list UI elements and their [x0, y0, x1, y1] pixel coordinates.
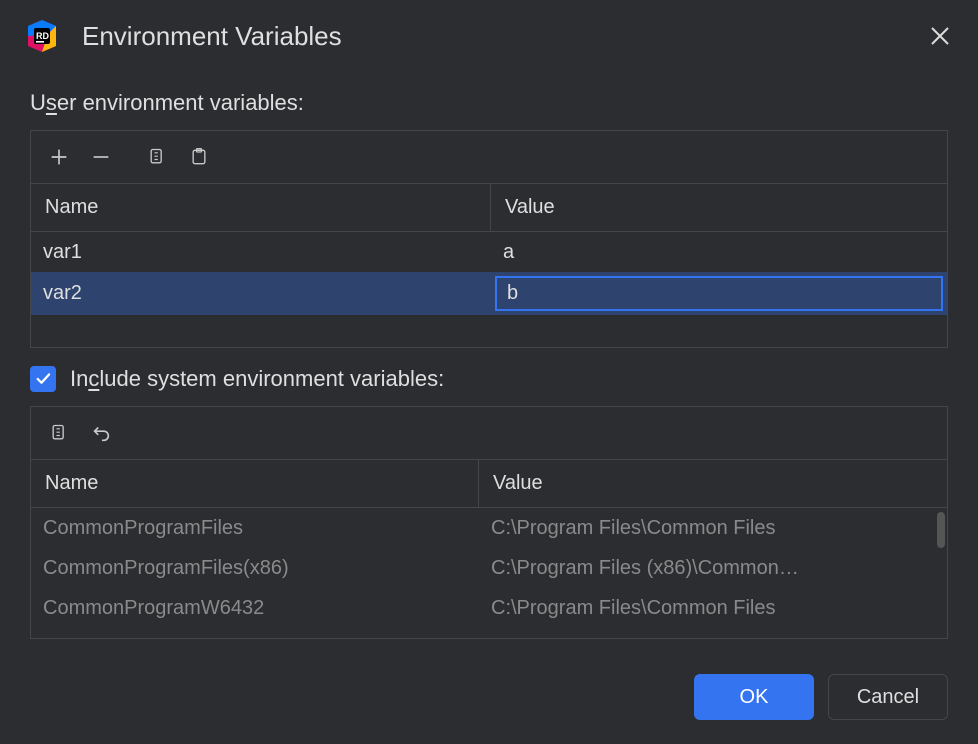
check-icon	[34, 370, 52, 388]
user-vars-table: Name Value var1 a var2	[30, 130, 948, 348]
col-value[interactable]: Value	[491, 184, 947, 231]
cell-value: C:\Program Files\Common Files	[479, 508, 947, 548]
col-name[interactable]: Name	[31, 460, 479, 507]
empty-row	[31, 315, 947, 347]
cell-name[interactable]: var2	[31, 272, 491, 315]
cell-value: C:\Program Files\Common Files	[479, 588, 947, 628]
system-vars-table: Name Value CommonProgramFiles C:\Program…	[30, 406, 948, 639]
paste-button[interactable]	[181, 139, 217, 175]
plus-icon	[48, 146, 70, 168]
table-row[interactable]: var2	[31, 272, 947, 315]
cancel-button[interactable]: Cancel	[828, 674, 948, 720]
cell-value[interactable]: a	[491, 232, 947, 272]
value-input[interactable]	[495, 276, 943, 311]
scrollbar[interactable]	[937, 512, 945, 548]
cell-value: C:\Program Files (x86)\Common…	[479, 548, 947, 588]
environment-variables-dialog: RD Environment Variables User environmen…	[0, 0, 978, 744]
include-system-row: Include system environment variables:	[0, 366, 978, 392]
table-row[interactable]: CommonProgramFiles(x86) C:\Program Files…	[31, 548, 947, 588]
include-system-checkbox[interactable]	[30, 366, 56, 392]
copy-button[interactable]	[41, 415, 77, 451]
revert-button[interactable]	[83, 415, 119, 451]
cell-value-editing[interactable]	[491, 272, 947, 315]
cell-name: CommonProgramW6432	[31, 588, 479, 628]
system-table-body: CommonProgramFiles C:\Program Files\Comm…	[31, 508, 947, 638]
titlebar: RD Environment Variables	[0, 0, 978, 64]
svg-text:RD: RD	[36, 31, 49, 41]
table-row[interactable]: CommonProgramW6432 C:\Program Files\Comm…	[31, 588, 947, 628]
system-table-header: Name Value	[31, 460, 947, 508]
dialog-footer: OK Cancel	[0, 654, 978, 744]
cell-name: CommonProgramFiles	[31, 508, 479, 548]
user-vars-toolbar	[31, 131, 947, 184]
user-table-body: var1 a var2	[31, 232, 947, 347]
cell-name: CommonProgramFiles(x86)	[31, 548, 479, 588]
col-value[interactable]: Value	[479, 460, 947, 507]
revert-icon	[90, 422, 112, 444]
copy-button[interactable]	[139, 139, 175, 175]
close-button[interactable]	[926, 22, 954, 50]
user-vars-label: User environment variables:	[0, 90, 978, 116]
app-icon: RD	[24, 18, 60, 54]
dialog-title: Environment Variables	[82, 21, 904, 52]
paste-icon	[189, 147, 209, 167]
copy-icon	[49, 423, 69, 443]
add-button[interactable]	[41, 139, 77, 175]
minus-icon	[90, 146, 112, 168]
ok-button[interactable]: OK	[694, 674, 814, 720]
remove-button[interactable]	[83, 139, 119, 175]
col-name[interactable]: Name	[31, 184, 491, 231]
table-row[interactable]: var1 a	[31, 232, 947, 272]
close-icon	[928, 24, 952, 48]
user-table-header: Name Value	[31, 184, 947, 232]
system-vars-toolbar	[31, 407, 947, 460]
copy-icon	[147, 147, 167, 167]
cell-name[interactable]: var1	[31, 232, 491, 272]
include-system-label: Include system environment variables:	[70, 366, 444, 392]
table-row[interactable]: CommonProgramFiles C:\Program Files\Comm…	[31, 508, 947, 548]
